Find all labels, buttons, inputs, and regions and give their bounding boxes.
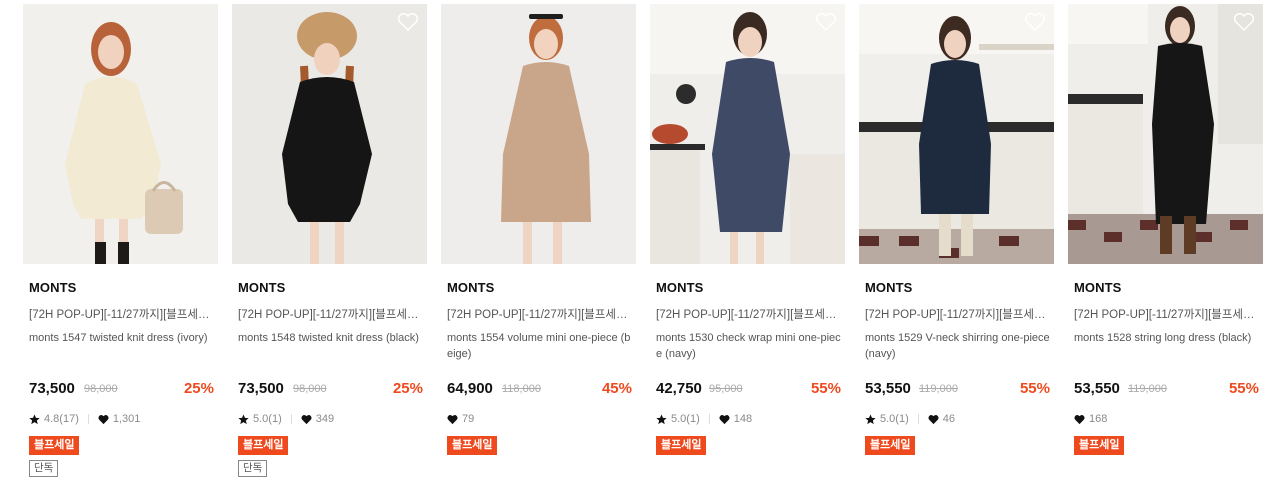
brand-name[interactable]: MONTS xyxy=(1074,280,1121,295)
promo-text[interactable]: [72H POP-UP][-11/27까지][블프세일... xyxy=(238,306,423,322)
star-icon xyxy=(238,413,249,424)
heart-outline-icon[interactable] xyxy=(1233,12,1255,32)
sale-badge: 블프세일 xyxy=(865,436,916,455)
product-image[interactable] xyxy=(650,4,845,264)
product-meta: 5.0(1) 46 xyxy=(865,412,955,426)
meta-divider xyxy=(290,414,292,424)
sale-badge: 블프세일 xyxy=(656,436,707,455)
original-price: 98,000 xyxy=(84,383,118,395)
product-meta: 79 xyxy=(447,412,474,426)
discount-rate: 25% xyxy=(183,380,214,397)
original-price: 119,000 xyxy=(919,383,958,395)
sale-price: 53,550 xyxy=(1074,380,1120,397)
product-card[interactable]: MONTS [72H POP-UP][-11/27까지][블프세일... mon… xyxy=(23,4,218,494)
product-card[interactable]: MONTS [72H POP-UP][-11/27까지][블프세일... mon… xyxy=(232,4,427,494)
sale-price: 64,900 xyxy=(447,380,493,397)
exclusive-badge: 단독 xyxy=(238,460,268,477)
discount-rate: 45% xyxy=(601,380,632,397)
heart-icon xyxy=(301,414,312,424)
product-grid: MONTS [72H POP-UP][-11/27까지][블프세일... mon… xyxy=(23,4,1263,494)
star-icon xyxy=(865,413,876,424)
heart-icon xyxy=(98,414,109,424)
brand-name[interactable]: MONTS xyxy=(656,280,703,295)
star-icon xyxy=(29,413,40,424)
rating-text: 4.8(17) xyxy=(44,413,79,425)
like-count: 349 xyxy=(315,413,335,425)
product-image[interactable] xyxy=(859,4,1054,264)
like-count: 79 xyxy=(462,413,475,425)
product-meta: 168 xyxy=(1074,412,1107,426)
promo-text[interactable]: [72H POP-UP][-11/27까지][블프세일... xyxy=(1074,306,1259,322)
meta-divider xyxy=(917,414,919,424)
product-name[interactable]: monts 1554 volume mini one-piece (beige) xyxy=(447,330,633,364)
original-price: 119,000 xyxy=(1128,383,1167,395)
heart-outline-icon[interactable] xyxy=(1024,12,1046,32)
product-card[interactable]: MONTS [72H POP-UP][-11/27까지][블프세일... mon… xyxy=(441,4,636,494)
discount-rate: 55% xyxy=(810,380,841,397)
sale-price: 73,500 xyxy=(238,380,284,397)
promo-text[interactable]: [72H POP-UP][-11/27까지][블프세일... xyxy=(447,306,632,322)
brand-name[interactable]: MONTS xyxy=(865,280,912,295)
promo-text[interactable]: [72H POP-UP][-11/27까지][블프세일... xyxy=(29,306,214,322)
product-image[interactable] xyxy=(232,4,427,264)
sale-price: 53,550 xyxy=(865,380,911,397)
sale-badge: 블프세일 xyxy=(238,436,289,455)
sale-price: 73,500 xyxy=(29,380,75,397)
rating-text: 5.0(1) xyxy=(671,413,700,425)
product-meta: 4.8(17) 1,301 xyxy=(29,412,140,426)
sale-badge: 블프세일 xyxy=(447,436,498,455)
brand-name[interactable]: MONTS xyxy=(238,280,285,295)
product-name[interactable]: monts 1548 twisted knit dress (black) xyxy=(238,330,424,364)
meta-divider xyxy=(87,414,89,424)
brand-name[interactable]: MONTS xyxy=(447,280,494,295)
product-name[interactable]: monts 1530 check wrap mini one-piece (na… xyxy=(656,330,842,364)
heart-outline-icon[interactable] xyxy=(397,12,419,32)
product-image[interactable] xyxy=(1068,4,1263,264)
promo-text[interactable]: [72H POP-UP][-11/27까지][블프세일... xyxy=(865,306,1050,322)
product-name[interactable]: monts 1547 twisted knit dress (ivory) xyxy=(29,330,215,364)
like-count: 168 xyxy=(1089,413,1108,425)
rating-text: 5.0(1) xyxy=(253,413,282,425)
brand-name[interactable]: MONTS xyxy=(29,280,76,295)
promo-text[interactable]: [72H POP-UP][-11/27까지][블프세일... xyxy=(656,306,841,322)
product-image[interactable] xyxy=(23,4,218,264)
discount-rate: 55% xyxy=(1019,380,1050,397)
original-price: 118,000 xyxy=(502,383,541,395)
discount-rate: 55% xyxy=(1228,380,1259,397)
meta-divider xyxy=(708,414,710,424)
exclusive-badge: 단독 xyxy=(29,460,59,477)
original-price: 95,000 xyxy=(709,383,743,395)
product-card[interactable]: MONTS [72H POP-UP][-11/27까지][블프세일... mon… xyxy=(650,4,845,494)
heart-icon xyxy=(447,414,458,424)
like-count: 46 xyxy=(942,413,955,425)
product-name[interactable]: monts 1529 V-neck shirring one-piece (na… xyxy=(865,330,1051,364)
original-price: 98,000 xyxy=(293,383,327,395)
heart-icon xyxy=(1074,414,1085,424)
star-icon xyxy=(656,413,667,424)
sale-price: 42,750 xyxy=(656,380,702,397)
heart-icon xyxy=(719,414,730,424)
rating-text: 5.0(1) xyxy=(880,413,909,425)
sale-badge: 블프세일 xyxy=(1074,436,1125,455)
product-card[interactable]: MONTS [72H POP-UP][-11/27까지][블프세일... mon… xyxy=(1068,4,1263,494)
product-card[interactable]: MONTS [72H POP-UP][-11/27까지][블프세일... mon… xyxy=(859,4,1054,494)
like-count: 148 xyxy=(733,413,753,425)
heart-outline-icon[interactable] xyxy=(815,12,837,32)
sale-badge: 블프세일 xyxy=(29,436,80,455)
like-count: 1,301 xyxy=(112,413,141,425)
product-meta: 5.0(1) 349 xyxy=(238,412,334,426)
product-name[interactable]: monts 1528 string long dress (black) xyxy=(1074,330,1260,364)
discount-rate: 25% xyxy=(392,380,423,397)
heart-icon xyxy=(928,414,939,424)
product-image[interactable] xyxy=(441,4,636,264)
product-meta: 5.0(1) 148 xyxy=(656,412,752,426)
